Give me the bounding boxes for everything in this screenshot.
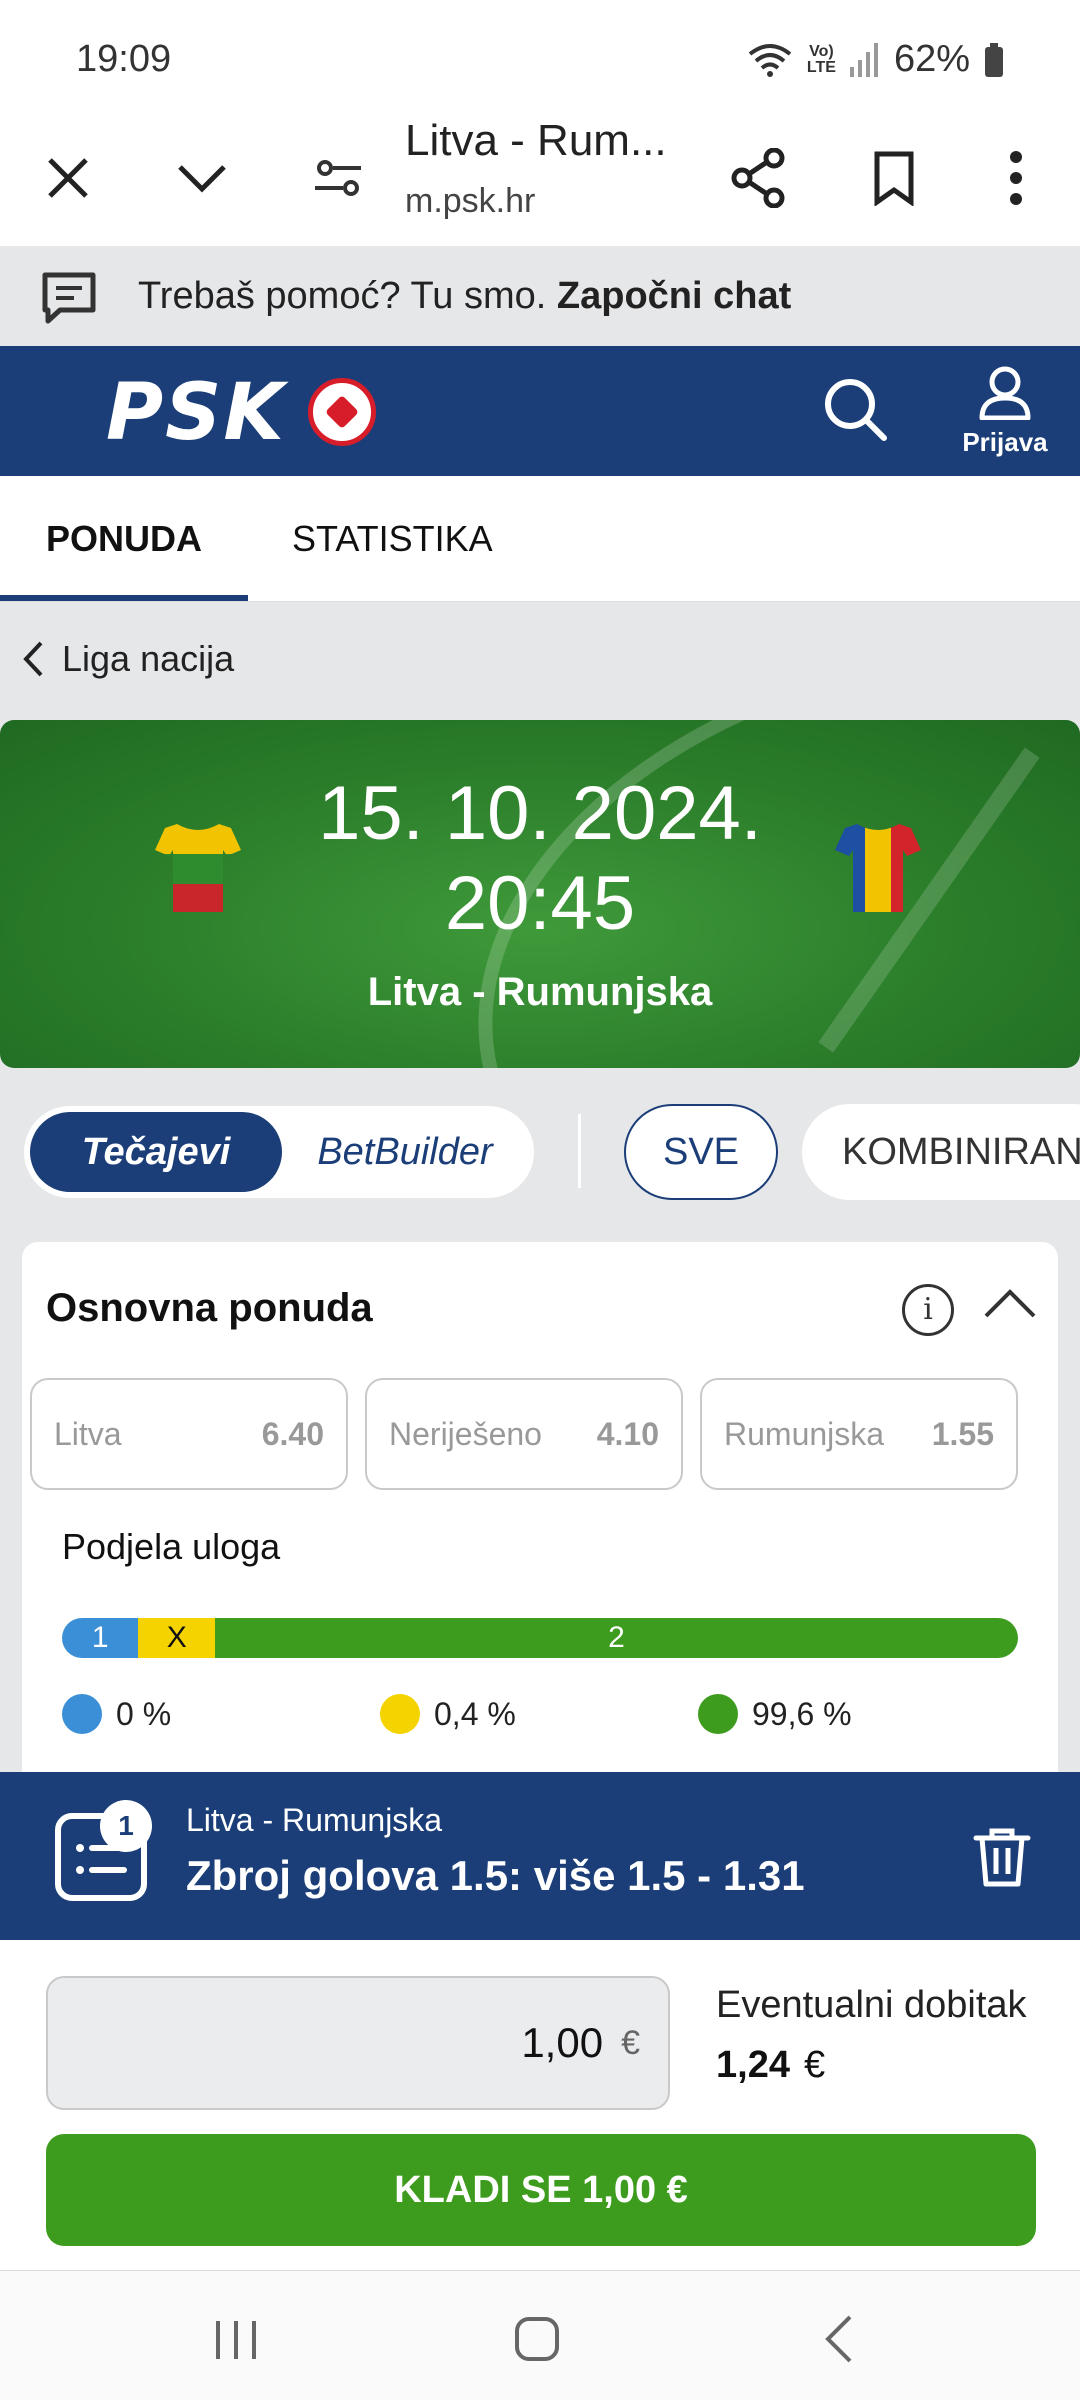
browser-toolbar: Litva - Rum... m.psk.hr: [0, 110, 1080, 246]
stake-area: 1,00 € Eventualni dobitak 1,24 € KLADI SE…: [0, 1940, 1080, 2270]
odd-button-away[interactable]: Rumunjska 1.55: [700, 1378, 1018, 1490]
odd-value: 1.55: [931, 1415, 994, 1452]
start-chat-link[interactable]: Započni chat: [557, 275, 791, 317]
filter-chip-sve[interactable]: SVE: [624, 1104, 778, 1200]
tecajevi-toggle[interactable]: Tečajevi: [30, 1112, 282, 1192]
info-icon[interactable]: i: [902, 1284, 954, 1336]
split-legend-1: 0 %: [62, 1694, 171, 1734]
wifi-icon: [748, 43, 792, 77]
chat-icon: [42, 272, 96, 324]
legend-dot: [380, 1694, 420, 1734]
split-legend-2: 99,6 %: [698, 1694, 852, 1734]
status-time: 19:09: [76, 38, 172, 80]
chevron-up-icon[interactable]: [982, 1284, 1042, 1336]
match-banner: 15. 10. 2024. 20:45 Litva - Rumunjska: [0, 720, 1080, 1068]
tab-statistika[interactable]: STATISTIKA: [292, 518, 493, 560]
split-segment-2: 2: [214, 1618, 1018, 1658]
odds-mode-toggle: Tečajevi BetBuilder: [24, 1106, 534, 1198]
breadcrumb-label: Liga nacija: [62, 638, 235, 679]
psk-logo[interactable]: PSK: [106, 368, 286, 458]
active-tab-indicator: [0, 595, 248, 601]
match-date: 15. 10. 2024.: [318, 771, 762, 856]
betslip-bar[interactable]: 1 Litva - Rumunjska Zbroj golova 1.5: vi…: [0, 1772, 1080, 1940]
betslip-selection: Zbroj golova 1.5: više 1.5 - 1.31: [186, 1852, 805, 1899]
home-icon[interactable]: [507, 2309, 567, 2369]
win-amount: 1,24: [716, 2044, 790, 2086]
chevron-left-icon: [23, 641, 43, 677]
tab-bar: PONUDA STATISTIKA: [0, 476, 1080, 602]
odd-value: 6.40: [261, 1415, 324, 1452]
market-card: Osnovna ponuda i Litva 6.40 Neriješeno 4…: [22, 1242, 1058, 1802]
main-content: Liga nacija 15. 10. 2024. 20:45 Litva - …: [0, 602, 1080, 1802]
close-icon[interactable]: [28, 138, 108, 218]
legend-percent: 0 %: [116, 1695, 172, 1732]
stake-input[interactable]: 1,00 €: [46, 1976, 670, 2110]
battery-percent: 62%: [893, 38, 970, 80]
betslip-match: Litva - Rumunjska: [186, 1802, 443, 1838]
help-chat-bar[interactable]: Trebaš pomoć? Tu smo. Započni chat: [0, 246, 1080, 346]
filter-divider: [578, 1114, 581, 1188]
betbuilder-toggle[interactable]: BetBuilder: [282, 1112, 528, 1192]
stake-split-bar: 1 X 2: [62, 1618, 1018, 1658]
potential-win-label: Eventualni dobitak: [716, 1984, 1027, 2026]
odd-button-draw[interactable]: Neriješeno 4.10: [365, 1378, 683, 1490]
match-teams: Litva - Rumunjska: [367, 970, 713, 1014]
site-header: PSK Prijava: [0, 346, 1080, 476]
login-label: Prijava: [962, 427, 1048, 457]
odd-label: Litva: [54, 1415, 122, 1452]
signal-icon: [849, 42, 878, 77]
odd-label: Rumunjska: [724, 1415, 885, 1452]
share-icon[interactable]: [718, 138, 798, 218]
filter-chip-kombinirano[interactable]: KOMBINIRAN: [802, 1104, 1080, 1200]
battery-icon: [985, 42, 1003, 77]
stake-split-title: Podjela uloga: [62, 1526, 281, 1567]
split-segment-1: 1: [62, 1618, 139, 1658]
odd-value: 4.10: [596, 1415, 659, 1452]
bookmark-icon[interactable]: [854, 138, 934, 218]
breadcrumb[interactable]: Liga nacija: [22, 638, 234, 680]
user-icon: [979, 366, 1031, 421]
status-icons: Vo) LTE 62%: [747, 38, 1004, 81]
help-text: Trebaš pomoć? Tu smo. Započni chat: [138, 275, 791, 318]
page-title[interactable]: Litva - Rum...: [405, 116, 667, 166]
stake-amount: 1,00: [521, 2019, 604, 2066]
potential-win-value: 1,24 €: [716, 2044, 825, 2087]
back-icon[interactable]: [810, 2309, 870, 2369]
place-bet-button[interactable]: KLADI SE 1,00 €: [46, 2134, 1036, 2246]
lte-icon: Vo) LTE: [806, 42, 836, 76]
odd-label: Neriješeno: [389, 1415, 542, 1452]
more-options-icon[interactable]: [976, 138, 1056, 218]
trash-icon[interactable]: [970, 1824, 1034, 1888]
split-legend-x: 0,4 %: [380, 1694, 516, 1734]
site-settings-icon[interactable]: [298, 138, 378, 218]
legend-dot: [62, 1694, 102, 1734]
chevron-down-icon[interactable]: [162, 138, 242, 218]
win-currency: €: [803, 2044, 826, 2086]
help-question: Trebaš pomoć? Tu smo.: [138, 274, 547, 317]
login-button[interactable]: Prijava: [950, 364, 1060, 474]
legend-dot: [698, 1694, 738, 1734]
split-segment-x: X: [138, 1618, 215, 1658]
system-nav-bar: [0, 2270, 1080, 2400]
football-logo-icon: [308, 378, 376, 446]
stake-currency: €: [621, 2023, 640, 2062]
status-bar: 19:09 Vo) LTE 62%: [0, 0, 1080, 110]
legend-percent: 0,4 %: [434, 1695, 516, 1732]
recent-apps-icon[interactable]: [206, 2309, 266, 2369]
odd-button-home[interactable]: Litva 6.40: [30, 1378, 348, 1490]
tab-ponuda[interactable]: PONUDA: [46, 518, 202, 560]
match-time: 20:45: [444, 861, 636, 946]
page-url[interactable]: m.psk.hr: [405, 182, 535, 221]
betslip-count-badge: 1: [100, 1800, 152, 1852]
search-icon[interactable]: [820, 374, 900, 454]
legend-percent: 99,6 %: [752, 1695, 852, 1732]
market-title: Osnovna ponuda: [46, 1286, 373, 1330]
